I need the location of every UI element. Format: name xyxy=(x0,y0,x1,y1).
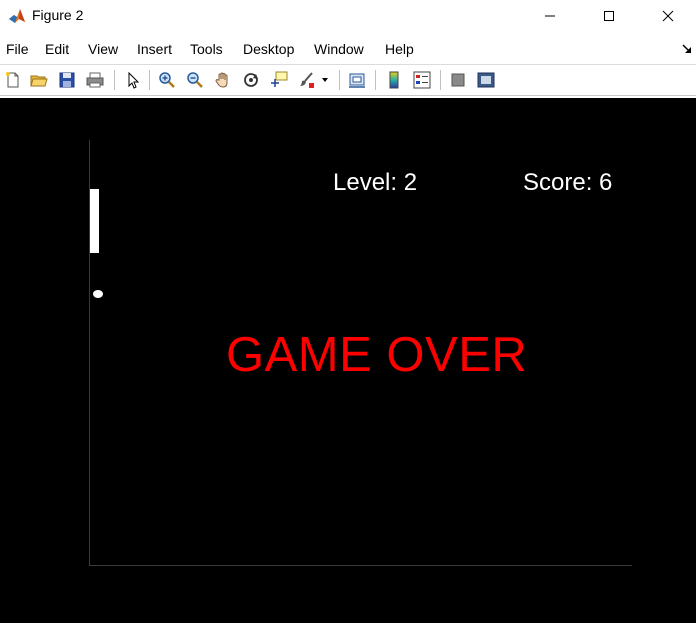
maximize-button[interactable] xyxy=(586,0,632,32)
minimize-button[interactable] xyxy=(527,0,573,32)
level-label: Level: 2 xyxy=(333,169,418,196)
pan-hand-icon[interactable] xyxy=(212,69,234,91)
menu-file[interactable]: File xyxy=(6,41,29,57)
menu-desktop[interactable]: Desktop xyxy=(243,41,294,57)
menu-help[interactable]: Help xyxy=(385,41,414,57)
toolbar-separator xyxy=(149,70,150,90)
insert-legend-icon[interactable] xyxy=(411,69,433,91)
paddle xyxy=(90,189,99,253)
show-plot-tools-icon[interactable] xyxy=(475,69,497,91)
dock-figure-icon[interactable] xyxy=(681,42,693,54)
data-cursor-icon[interactable] xyxy=(268,69,290,91)
hide-plot-tools-icon[interactable] xyxy=(447,69,469,91)
brush-icon[interactable] xyxy=(296,69,318,91)
axes-bottom-border xyxy=(89,565,632,566)
link-plot-icon[interactable] xyxy=(346,69,368,91)
toolbar-separator xyxy=(114,70,115,90)
save-icon[interactable] xyxy=(56,69,78,91)
edit-plot-arrow-icon[interactable] xyxy=(122,69,144,91)
toolbar-separator xyxy=(440,70,441,90)
chevron-down-icon[interactable] xyxy=(318,69,332,91)
open-file-icon[interactable] xyxy=(28,69,50,91)
print-icon[interactable] xyxy=(84,69,106,91)
menu-view[interactable]: View xyxy=(88,41,118,57)
score-label: Score: 6 xyxy=(523,169,613,196)
toolbar-separator xyxy=(339,70,340,90)
maximize-icon xyxy=(604,11,614,21)
menu-window[interactable]: Window xyxy=(314,41,364,57)
close-icon xyxy=(662,10,674,22)
game-over-text: GAME OVER xyxy=(226,328,528,382)
menu-tools[interactable]: Tools xyxy=(190,41,223,57)
window-title: Figure 2 xyxy=(32,7,84,23)
insert-colorbar-icon[interactable] xyxy=(383,69,405,91)
menu-insert[interactable]: Insert xyxy=(137,41,172,57)
menu-edit[interactable]: Edit xyxy=(45,41,69,57)
rotate-3d-icon[interactable] xyxy=(240,69,262,91)
title-bar: Figure 2 xyxy=(0,0,696,32)
zoom-in-icon[interactable] xyxy=(156,69,178,91)
menu-bar: File Edit View Insert Tools Desktop Wind… xyxy=(0,38,696,62)
ball xyxy=(93,290,103,298)
close-button[interactable] xyxy=(645,0,691,32)
new-figure-icon[interactable] xyxy=(2,69,24,91)
toolbar-separator xyxy=(375,70,376,90)
figure-toolbar xyxy=(0,64,696,96)
matlab-icon xyxy=(8,7,26,25)
minimize-icon xyxy=(545,15,555,17)
zoom-out-icon[interactable] xyxy=(184,69,206,91)
